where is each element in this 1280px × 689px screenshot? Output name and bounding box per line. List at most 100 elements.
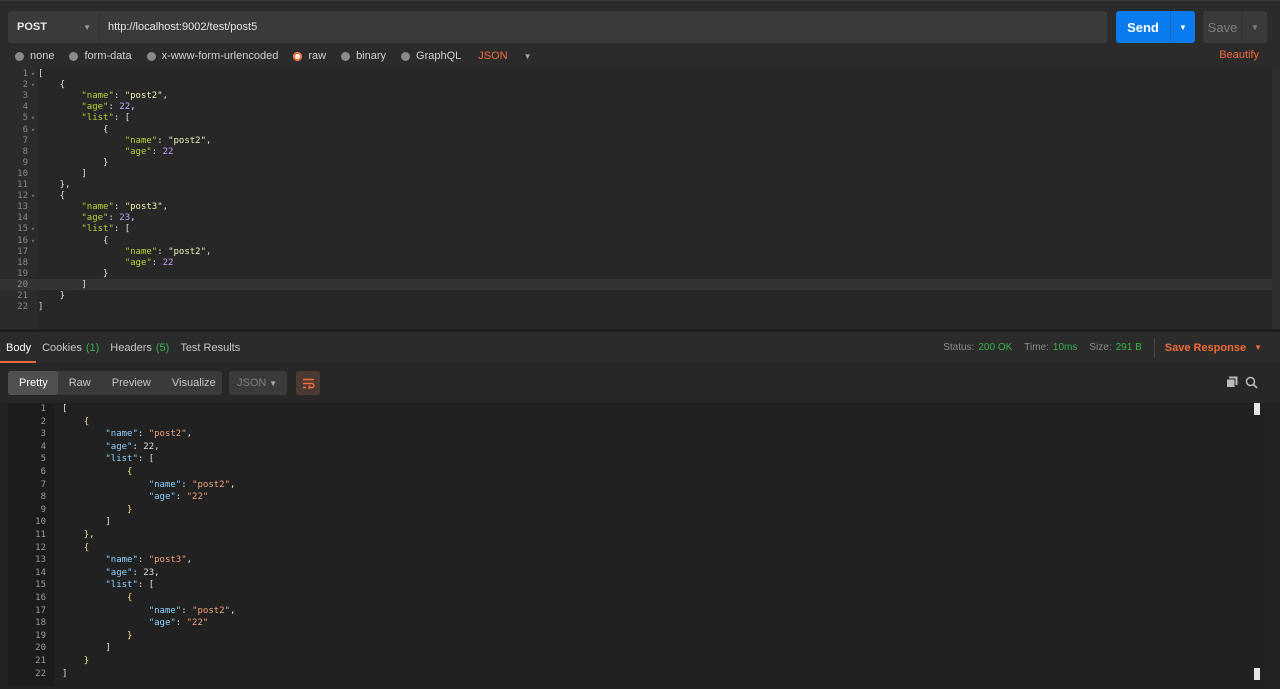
time-value[interactable]: 10ms — [1053, 342, 1077, 353]
body-option-binary[interactable]: binary — [341, 50, 386, 62]
send-button[interactable]: Send ▼ — [1116, 11, 1195, 43]
wrap-lines-button[interactable] — [296, 371, 320, 395]
tab-label: Cookies — [42, 341, 82, 354]
tab-body[interactable]: Body — [0, 332, 37, 363]
view-pretty[interactable]: Pretty — [8, 371, 58, 395]
response-body-viewer[interactable]: 1[2 {3 "name": "post2", 4 "age": 22, 5 "li… — [8, 403, 1264, 686]
response-format-select[interactable]: JSON ▼ — [229, 371, 287, 395]
response-code-line: 6 { — [8, 466, 1258, 479]
send-options-chevron-icon[interactable]: ▼ — [1170, 11, 1195, 43]
code-text: [ — [38, 69, 44, 79]
fold-arrow-icon[interactable]: ▾ — [28, 69, 38, 80]
line-number: 12 — [35, 542, 46, 553]
code-text: "name": "post2", — [124, 246, 212, 257]
line-number: 9 — [22, 157, 28, 168]
beautify-link[interactable]: Beautify — [1219, 49, 1259, 61]
response-code-line: 3 "name": "post2", — [8, 428, 1258, 441]
response-code-line: 13 "name": "post3", — [8, 554, 1258, 567]
method-select[interactable]: POST ▼ — [8, 11, 100, 43]
view-raw[interactable]: Raw — [58, 371, 101, 395]
request-code-line: 20 ] — [0, 280, 1270, 291]
line-number: 6 — [40, 467, 46, 477]
request-code-line: 3 "name": "post2", — [0, 91, 1270, 102]
request-code-line: 8 "age": 22 — [0, 147, 1270, 158]
code-text: { — [38, 80, 66, 91]
fold-arrow-icon[interactable]: ▾ — [28, 80, 38, 91]
body-option-graphql[interactable]: GraphQL — [401, 50, 461, 62]
response-code-line: 15 "list": [ — [8, 579, 1258, 592]
response-code-line: 22] — [8, 668, 1258, 681]
raw-format-select[interactable]: JSON ▼ — [478, 50, 531, 62]
body-option-raw[interactable]: raw — [293, 50, 326, 62]
response-code-line: 5 "list": [ — [8, 453, 1258, 466]
tab-test-results[interactable]: Test Results — [180, 332, 240, 363]
option-label: GraphQL — [416, 50, 462, 62]
option-label: form-data — [84, 50, 132, 62]
status-label: Status: — [943, 342, 975, 353]
copy-icon[interactable] — [1226, 376, 1238, 388]
code-text: { — [38, 191, 66, 202]
tab-headers[interactable]: Headers (5) — [110, 332, 169, 363]
request-code-line: 18 "age": 22 — [0, 258, 1270, 269]
code-text: "age": "22" — [148, 618, 209, 629]
code-text: }, — [38, 180, 71, 190]
request-code-line: 9 } — [0, 158, 1270, 169]
request-scrollbar[interactable] — [1272, 68, 1280, 329]
method-label: POST — [17, 21, 47, 33]
line-number: 16 — [17, 235, 28, 246]
response-meta: Status: 200 OK Time: 10ms Size: 291 B Sa… — [943, 332, 1262, 363]
line-number: 14 — [17, 213, 28, 224]
tab-count: (5) — [155, 341, 170, 354]
save-button[interactable]: Save ▼ — [1203, 11, 1267, 43]
body-type-options: none form-data x-www-form-urlencoded raw… — [0, 44, 1280, 68]
response-format-label: JSON — [237, 377, 267, 389]
code-text: }, — [83, 530, 95, 540]
request-code-line: 19 } — [0, 269, 1270, 280]
code-text: { — [127, 467, 133, 477]
response-code-line: 16 { — [8, 592, 1258, 605]
save-response-label: Save Response — [1164, 341, 1247, 354]
line-number: 1 — [22, 69, 28, 79]
request-code-line: 1 ▾[ — [0, 69, 1270, 80]
line-number: 10 — [17, 168, 28, 179]
request-code-line: 13 "name": "post3", — [0, 202, 1270, 213]
option-label: raw — [308, 50, 327, 62]
line-number: 2 — [22, 80, 28, 91]
fold-arrow-icon[interactable]: ▾ — [28, 224, 38, 235]
fold-arrow-icon[interactable]: ▾ — [28, 125, 38, 136]
line-number: 18 — [35, 618, 46, 629]
code-text: "age": 22 — [124, 257, 174, 268]
tab-cookies[interactable]: Cookies (1) — [42, 332, 99, 363]
request-body-editor[interactable]: 1 ▾[2 ▾ {3 "name": "post2", 4 "age": 22, 5 ▾ … — [0, 68, 1280, 329]
size-label: Size: — [1089, 342, 1112, 353]
fold-arrow-icon[interactable]: ▾ — [28, 191, 38, 202]
body-option-none[interactable]: none — [15, 50, 54, 62]
code-text: ] — [62, 643, 111, 654]
body-option-urlencoded[interactable]: x-www-form-urlencoded — [146, 50, 278, 62]
save-response-button[interactable]: Save Response ▼ — [1153, 337, 1262, 358]
request-code-line: 10 ] — [0, 169, 1270, 180]
fold-arrow-icon[interactable]: ▾ — [28, 113, 38, 124]
line-number: 4 — [40, 441, 46, 452]
search-icon[interactable] — [1245, 376, 1258, 389]
view-preview[interactable]: Preview — [101, 371, 161, 395]
code-text: "list": [ — [105, 580, 155, 591]
code-text: ] — [38, 302, 44, 313]
line-number: 7 — [40, 479, 46, 490]
line-number: 5 — [40, 454, 46, 465]
line-number: 19 — [35, 630, 46, 641]
line-number: 3 — [22, 91, 28, 102]
radio-selected-icon — [293, 51, 303, 61]
response-code-line: 9 } — [8, 504, 1258, 517]
status-value[interactable]: 200 OK — [978, 342, 1012, 353]
fold-arrow-icon[interactable]: ▾ — [28, 236, 38, 247]
code-text: "name": "post2", — [105, 429, 193, 440]
response-code-line: 17 "name": "post2", — [8, 605, 1258, 618]
body-option-form-data[interactable]: form-data — [69, 50, 132, 62]
size-value[interactable]: 291 B — [1116, 342, 1142, 353]
view-visualize[interactable]: Visualize — [161, 371, 226, 395]
url-input[interactable]: http://localhost:9002/test/post5 — [100, 21, 257, 33]
code-text: ] — [62, 668, 68, 679]
save-options-chevron-icon[interactable]: ▼ — [1242, 11, 1267, 43]
response-scrollbar[interactable] — [1254, 403, 1260, 686]
